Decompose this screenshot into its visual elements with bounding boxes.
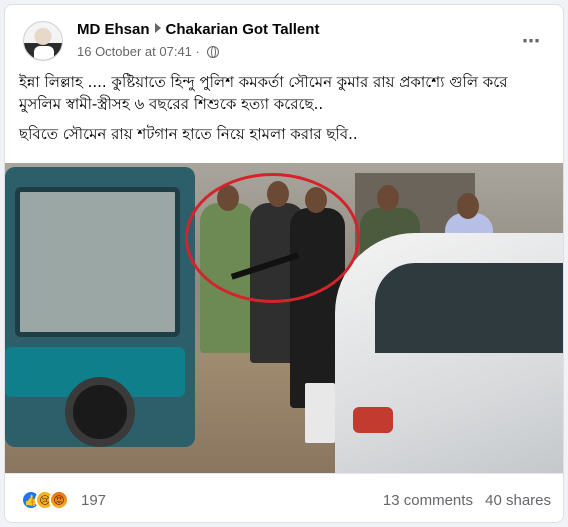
- angry-icon: 😡: [49, 490, 69, 510]
- arrow-right-icon: [154, 23, 161, 33]
- post-card: MD Ehsan Chakarian Got Tallent 16 October…: [4, 4, 564, 523]
- auto-rickshaw: [5, 167, 195, 447]
- post-title-line: MD Ehsan Chakarian Got Tallent: [77, 21, 319, 38]
- red-circle-annotation: [185, 173, 360, 303]
- more-options-icon[interactable]: ⋯: [522, 31, 541, 52]
- author-avatar[interactable]: [23, 21, 63, 61]
- shares-count[interactable]: 40 shares: [485, 492, 551, 509]
- post-text-line-1: ইন্না লিল্লাহ .... কুষ্টিয়াতে হিন্দু পু…: [19, 73, 508, 113]
- post-stats: 13 comments 40 shares: [383, 492, 551, 509]
- white-car: [335, 233, 563, 473]
- group-name[interactable]: Chakarian Got Tallent: [166, 21, 320, 38]
- comments-count[interactable]: 13 comments: [383, 492, 473, 509]
- post-text: ইন্না লিল্লাহ .... কুষ্টিয়াতে হিন্দু পু…: [19, 71, 551, 153]
- post-photo[interactable]: [5, 163, 563, 473]
- post-timestamp[interactable]: 16 October at 07:41: [77, 44, 192, 59]
- post-meta: 16 October at 07:41 ·: [77, 44, 220, 59]
- post-text-line-2: ছবিতে সৌমেন রায় শটগান হাতে নিয়ে হামলা …: [19, 125, 358, 143]
- reaction-count[interactable]: 197: [81, 492, 106, 509]
- globe-icon: [207, 46, 220, 58]
- author-name[interactable]: MD Ehsan: [77, 21, 150, 38]
- post-footer: 👍 😢 😡 197 13 comments 40 shares: [5, 473, 563, 522]
- post-header: MD Ehsan Chakarian Got Tallent 16 October…: [19, 19, 549, 63]
